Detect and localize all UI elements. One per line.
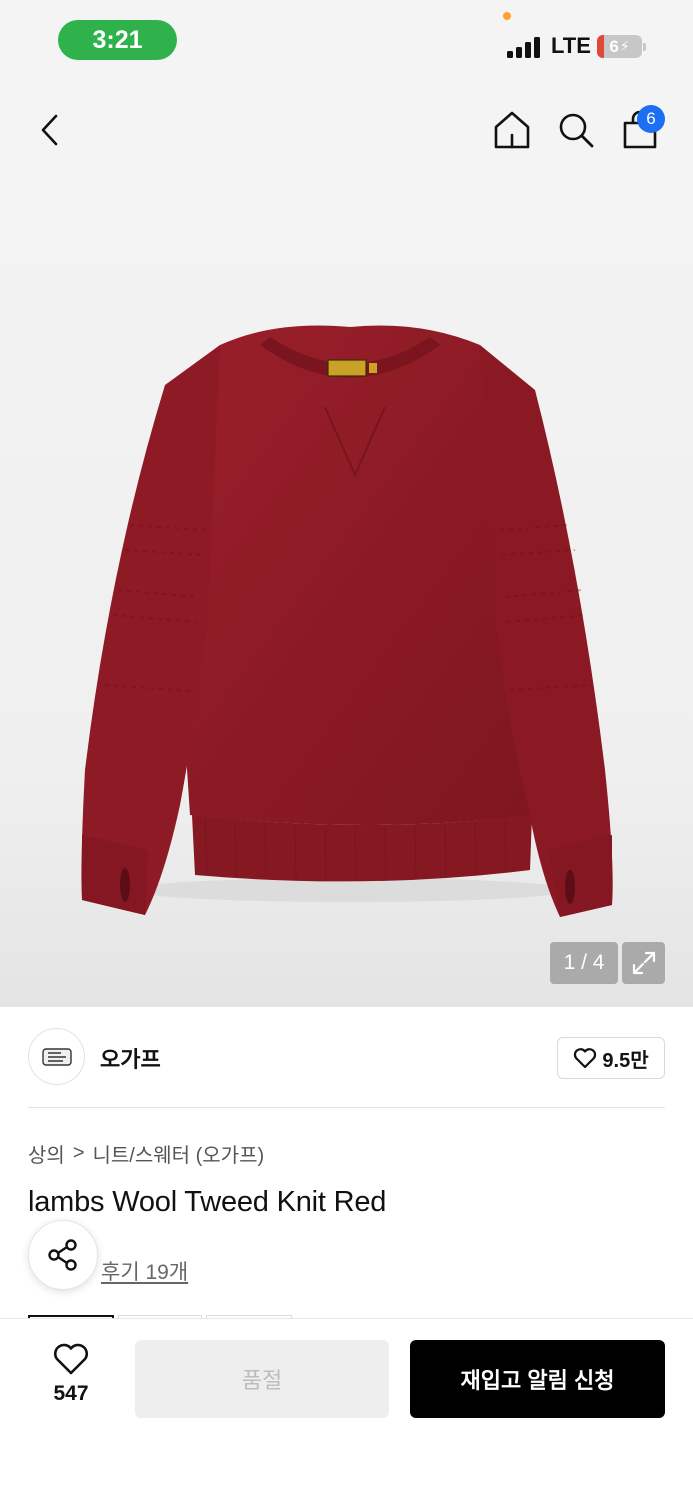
product-title: lambs Wool Tweed Knit Red (28, 1186, 387, 1218)
soldout-button: 품절 (135, 1340, 389, 1418)
brand-like-button[interactable]: 9.5만 (557, 1037, 665, 1079)
brand-logo-mark (41, 1047, 72, 1066)
product-like-count: 547 (53, 1382, 89, 1405)
heart-icon (54, 1343, 88, 1375)
breadcrumb-category[interactable]: 상의 (28, 1139, 65, 1168)
product-image (81, 325, 613, 917)
fullscreen-button[interactable] (622, 942, 665, 984)
privacy-indicator-dot (503, 12, 511, 20)
divider (28, 1107, 665, 1108)
home-icon (494, 111, 530, 149)
search-icon (559, 113, 594, 148)
battery-icon: 6 ⚡ (597, 35, 642, 58)
battery-cap (643, 43, 646, 51)
breadcrumb-subcategory[interactable]: 니트/스웨터 (오가프) (93, 1139, 265, 1168)
search-button[interactable] (554, 108, 598, 152)
chevron-left-icon (41, 114, 58, 146)
restock-alert-button[interactable]: 재입고 알림 신청 (410, 1340, 665, 1418)
brand-name[interactable]: 오가프 (100, 1042, 161, 1074)
review-count-link[interactable]: 후기 19개 (101, 1256, 188, 1286)
cart-count-badge: 6 (637, 105, 665, 133)
network-type: LTE (551, 33, 591, 58)
cellular-signal-icon (507, 36, 543, 58)
back-button[interactable] (30, 108, 70, 152)
breadcrumb-separator: > (72, 1142, 85, 1164)
status-time: 3:21 (58, 20, 177, 60)
battery-level: 6 (609, 36, 619, 56)
status-bar: 3:21 LTE 6 ⚡ (0, 0, 693, 85)
image-counter: 1 / 4 (550, 942, 618, 984)
home-button[interactable] (490, 108, 534, 152)
breadcrumb: 상의 > 니트/스웨터 (오가프) (28, 1139, 264, 1168)
brand-logo[interactable] (28, 1028, 85, 1085)
product-like-button[interactable]: 547 (36, 1342, 106, 1412)
share-button[interactable] (28, 1220, 98, 1290)
share-icon (48, 1239, 77, 1271)
heart-icon (574, 1048, 597, 1069)
expand-icon (632, 951, 655, 975)
brand-like-count: 9.5만 (602, 1049, 649, 1072)
